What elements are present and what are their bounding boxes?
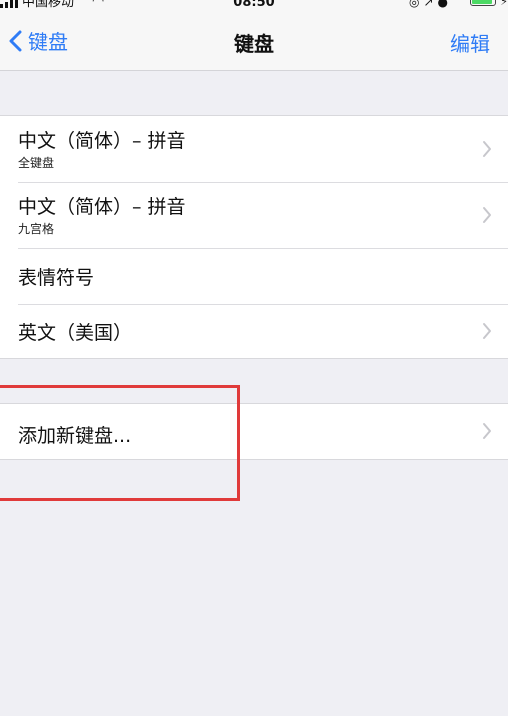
chevron-right-icon [483, 141, 491, 157]
battery-icon [470, 0, 496, 6]
keyboard-list: 中文（简体）– 拼音 全键盘 中文（简体）– 拼音 九宫格 表情符号 英文（美国… [0, 115, 508, 359]
keyboard-title: 英文（美国） [18, 322, 133, 344]
chevron-right-icon [483, 323, 491, 339]
list-item-keyboard[interactable]: 表情符号 [0, 248, 508, 304]
list-item-keyboard[interactable]: 中文（简体）– 拼音 九宫格 [0, 182, 508, 248]
add-keyboard-group: 添加新键盘... [0, 403, 508, 460]
keyboard-subtitle: 全键盘 [18, 156, 55, 170]
keyboard-subtitle: 九宫格 [18, 222, 55, 236]
chevron-right-icon [483, 423, 491, 439]
chevron-right-icon [483, 207, 491, 223]
status-bar: 中国移动 ◠ 08:50 ◎↗● ⚡ [0, 0, 508, 14]
add-keyboard-button[interactable]: 添加新键盘... [0, 404, 508, 459]
keyboard-title: 中文（简体）– 拼音 [18, 130, 186, 152]
add-keyboard-label: 添加新键盘... [18, 425, 132, 447]
list-item-keyboard[interactable]: 中文（简体）– 拼音 全键盘 [0, 116, 508, 182]
keyboard-title: 表情符号 [18, 267, 95, 289]
charging-icon: ⚡ [500, 0, 508, 8]
navigation-bar: 键盘 键盘 编辑 [0, 14, 508, 71]
list-item-keyboard[interactable]: 英文（美国） [0, 304, 508, 358]
status-icons: ◎↗● [409, 0, 452, 9]
page-title: 键盘 [234, 32, 274, 56]
keyboard-title: 中文（简体）– 拼音 [18, 196, 186, 218]
edit-button[interactable]: 编辑 [450, 28, 490, 57]
